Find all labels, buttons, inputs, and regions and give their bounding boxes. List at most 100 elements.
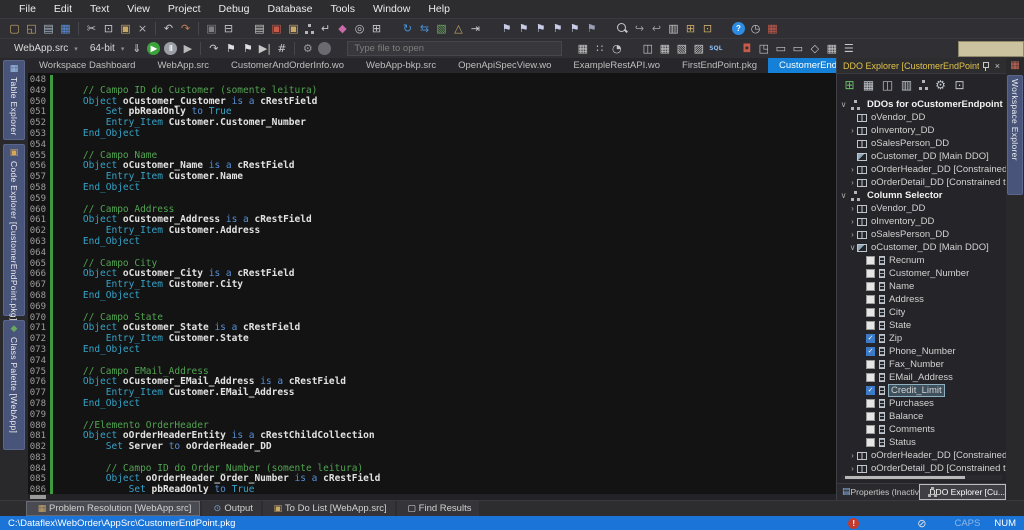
- copy-icon[interactable]: ⊡: [100, 21, 117, 37]
- ddo-export-icon[interactable]: ⊡: [950, 77, 969, 93]
- run-to-cursor-icon[interactable]: ↷: [205, 41, 222, 57]
- tree-item-status[interactable]: Status: [837, 436, 1006, 449]
- tree-item-oorderdetail-dd-constrained-to-oord[interactable]: › oOrderDetail_DD [Constrained to oOrd: [837, 176, 1006, 189]
- scrollbar-thumb[interactable]: [845, 476, 965, 479]
- menu-project[interactable]: Project: [159, 0, 210, 18]
- pause-icon[interactable]: ‖: [164, 42, 178, 55]
- tree-item-ovendor-dd[interactable]: › oVendor_DD: [837, 202, 1006, 215]
- add-ddo-icon[interactable]: ⊞: [840, 77, 859, 93]
- ddo-horizontal-scrollbar[interactable]: [841, 475, 1002, 480]
- pin-icon[interactable]: [982, 61, 990, 71]
- step-into-icon[interactable]: ▶|: [256, 41, 273, 57]
- goto-icon[interactable]: ↵: [317, 21, 334, 37]
- palette-icon[interactable]: ◆: [334, 21, 351, 37]
- tab-workspace-dashboard[interactable]: Workspace Dashboard: [28, 58, 146, 73]
- chevron-right-icon[interactable]: ›: [848, 204, 857, 213]
- checkbox-unchecked[interactable]: [866, 256, 875, 265]
- undo-icon[interactable]: ↶: [160, 21, 177, 37]
- checkbox-checked[interactable]: ✓: [866, 347, 875, 356]
- tree-item-ocustomer-dd-main-ddo-[interactable]: oCustomer_DD [Main DDO]: [837, 150, 1006, 163]
- toggle-breakpoint-icon[interactable]: ⚑: [222, 41, 239, 57]
- chevron-right-icon[interactable]: ›: [848, 451, 857, 460]
- checkbox-unchecked[interactable]: [866, 360, 875, 369]
- tree-item-address[interactable]: Address: [837, 293, 1006, 306]
- image-icon[interactable]: ▧: [433, 21, 450, 37]
- help-icon[interactable]: ?: [732, 22, 745, 35]
- checkbox-unchecked[interactable]: [866, 412, 875, 421]
- menu-window[interactable]: Window: [364, 0, 419, 18]
- tab-webapp-bkp-src[interactable]: WebApp-bkp.src: [355, 58, 447, 73]
- find-in-workspace-icon[interactable]: ◎: [351, 21, 368, 37]
- checkbox-unchecked[interactable]: [866, 321, 875, 330]
- save-all-icon[interactable]: ▦: [57, 21, 74, 37]
- ddo-hierarchy-icon[interactable]: [918, 80, 929, 90]
- menu-file[interactable]: File: [10, 0, 45, 18]
- project-dropdown[interactable]: WebApp.src ▾: [6, 41, 82, 57]
- clear-bookmarks-icon[interactable]: ⚑: [583, 21, 600, 37]
- tree-item-purchases[interactable]: Purchases: [837, 397, 1006, 410]
- edit-table-icon[interactable]: ▧: [673, 41, 690, 57]
- tree-item-recnum[interactable]: Recnum: [837, 254, 1006, 267]
- webapp-preview-icon[interactable]: ▭: [772, 41, 789, 57]
- find-replace-icon[interactable]: ▥: [665, 21, 682, 37]
- open-project-icon[interactable]: ◱: [23, 21, 40, 37]
- ddo-settings-icon[interactable]: ⚙: [931, 77, 950, 93]
- table-editor-icon[interactable]: ▦: [656, 41, 673, 57]
- checkbox-unchecked[interactable]: [866, 438, 875, 447]
- menu-view[interactable]: View: [118, 0, 159, 18]
- sidebar-tab-class[interactable]: ◆ Class Palette [WebApp]: [3, 320, 25, 450]
- line-numbers-icon[interactable]: #: [273, 41, 290, 57]
- ddo-book-icon[interactable]: ▥: [897, 77, 916, 93]
- first-bookmark-icon[interactable]: ⚑: [549, 21, 566, 37]
- tree-item-ovendor-dd[interactable]: oVendor_DD: [837, 111, 1006, 124]
- checkbox-unchecked[interactable]: [866, 295, 875, 304]
- sql-icon[interactable]: SQL: [707, 41, 724, 57]
- tab-customerandorderinfo-wo[interactable]: CustomerAndOrderInfo.wo: [220, 58, 355, 73]
- tree-item-oorderheader-dd-constrained-to-ocu[interactable]: › oOrderHeader_DD [Constrained to oCu: [837, 449, 1006, 462]
- checkbox-unchecked[interactable]: [866, 399, 875, 408]
- car-icon[interactable]: ◇: [806, 41, 823, 57]
- tree-item-zip[interactable]: ✓ Zip: [837, 332, 1006, 345]
- database-icon[interactable]: ◫: [639, 41, 656, 57]
- tree-item-oinventory-dd[interactable]: › oInventory_DD: [837, 215, 1006, 228]
- chevron-right-icon[interactable]: ›: [848, 178, 857, 187]
- bottom-tab-problem-resolution-webapp-src-[interactable]: ▦ Problem Resolution [WebApp.src]: [26, 501, 201, 516]
- exit-icon[interactable]: ⇥: [467, 21, 484, 37]
- panel-tab-ddo-explorer-cu-[interactable]: DDO Explorer [Cu...: [919, 484, 1006, 500]
- arch-dropdown[interactable]: 64-bit ▾: [82, 41, 129, 57]
- find-next-icon[interactable]: ↪: [631, 21, 648, 37]
- new-from-template-icon[interactable]: ⊞: [368, 21, 385, 37]
- tab-webapp-src[interactable]: WebApp.src: [146, 58, 220, 73]
- globe-icon[interactable]: ◔: [608, 41, 625, 57]
- menu-database[interactable]: Database: [259, 0, 322, 18]
- chevron-right-icon[interactable]: ›: [848, 464, 857, 473]
- order-entry-icon[interactable]: ▣: [285, 21, 302, 37]
- search-icon[interactable]: [616, 22, 629, 35]
- menu-tools[interactable]: Tools: [321, 0, 364, 18]
- compile-icon[interactable]: ⇓: [128, 41, 145, 57]
- code-editor[interactable]: 048 049 // Campo ID do Customer (somente …: [28, 73, 836, 500]
- checkbox-unchecked[interactable]: [866, 308, 875, 317]
- tree-item-oinventory-dd[interactable]: › oInventory_DD: [837, 124, 1006, 137]
- tree-item-ddos-for-ocustomerendpoint[interactable]: ∨ DDOs for oCustomerEndpoint: [837, 98, 1006, 111]
- save-icon[interactable]: ▤: [40, 21, 57, 37]
- tree-item-comments[interactable]: Comments: [837, 423, 1006, 436]
- cascade-windows-icon[interactable]: ▤: [251, 21, 268, 37]
- tree-item-ocustomer-dd-main-ddo-[interactable]: ∨ oCustomer_DD [Main DDO]: [837, 241, 1006, 254]
- next-bookmark-icon[interactable]: ⚑: [515, 21, 532, 37]
- tree-item-column-selector[interactable]: ∨ Column Selector: [837, 189, 1006, 202]
- grid-dots-icon[interactable]: ∷: [591, 41, 608, 57]
- run-icon[interactable]: ▶: [147, 42, 161, 55]
- scrollbar-thumb[interactable]: [30, 495, 46, 499]
- checkbox-unchecked[interactable]: [866, 269, 875, 278]
- new-file-icon[interactable]: ▢: [6, 21, 23, 37]
- chevron-down-icon[interactable]: ∨: [839, 191, 848, 200]
- code-explorer-icon[interactable]: ⊞: [682, 21, 699, 37]
- sidebar-tab-code[interactable]: ▣ Code Explorer [CustomerEndPoint.pkg]: [3, 144, 25, 321]
- restore-window-icon[interactable]: ◳: [755, 41, 772, 57]
- tree-item-email-address[interactable]: EMail_Address: [837, 371, 1006, 384]
- checkbox-unchecked[interactable]: [866, 425, 875, 434]
- tree-item-name[interactable]: Name: [837, 280, 1006, 293]
- tree-item-fax-number[interactable]: Fax_Number: [837, 358, 1006, 371]
- properties-icon[interactable]: ▣: [203, 21, 220, 37]
